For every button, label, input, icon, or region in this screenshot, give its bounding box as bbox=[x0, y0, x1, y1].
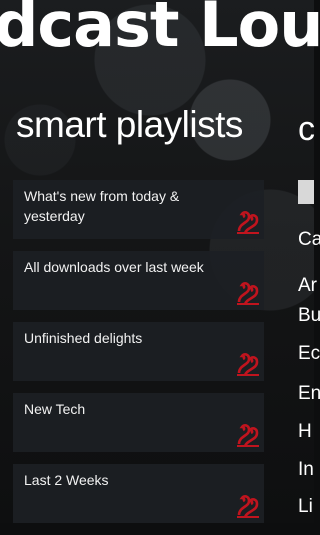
section-title: smart playlists bbox=[16, 104, 243, 145]
category-item[interactable]: Ar bbox=[298, 276, 317, 295]
flourish-icon bbox=[237, 495, 259, 518]
next-panel-title: c bbox=[298, 110, 315, 148]
category-item[interactable]: Bu bbox=[298, 306, 320, 325]
playlist-item[interactable]: Unfinished delights bbox=[13, 322, 264, 381]
playlist-label: Unfinished delights bbox=[24, 330, 143, 346]
playlist-item[interactable]: Last 2 Weeks bbox=[13, 464, 264, 523]
category-item[interactable]: En bbox=[298, 384, 320, 403]
flourish-icon bbox=[237, 211, 259, 234]
app-title: dcast Lou bbox=[0, 0, 320, 61]
flourish-icon bbox=[237, 282, 259, 305]
next-panel-peek[interactable]: c Ca Ar Bu Ec En H In Li bbox=[298, 0, 320, 523]
category-item[interactable]: H bbox=[298, 422, 312, 441]
playlist-label: All downloads over last week bbox=[24, 259, 204, 275]
category-item[interactable]: In bbox=[298, 460, 314, 479]
playlist-item[interactable]: All downloads over last week bbox=[13, 251, 264, 310]
next-panel-search-box[interactable] bbox=[298, 180, 314, 204]
flourish-icon bbox=[237, 353, 259, 376]
playlist-item[interactable]: What's new from today & yesterday bbox=[13, 180, 264, 239]
playlist-item[interactable]: New Tech bbox=[13, 393, 264, 452]
category-item[interactable]: Li bbox=[298, 497, 313, 516]
playlist-list: What's new from today & yesterday All do… bbox=[13, 180, 264, 535]
playlist-label: New Tech bbox=[24, 401, 86, 417]
playlist-label: Last 2 Weeks bbox=[24, 472, 109, 488]
playlist-label: What's new from today & yesterday bbox=[24, 188, 180, 224]
category-item[interactable]: Ec bbox=[298, 344, 320, 363]
category-item[interactable]: Ca bbox=[298, 230, 320, 249]
flourish-icon bbox=[237, 424, 259, 447]
